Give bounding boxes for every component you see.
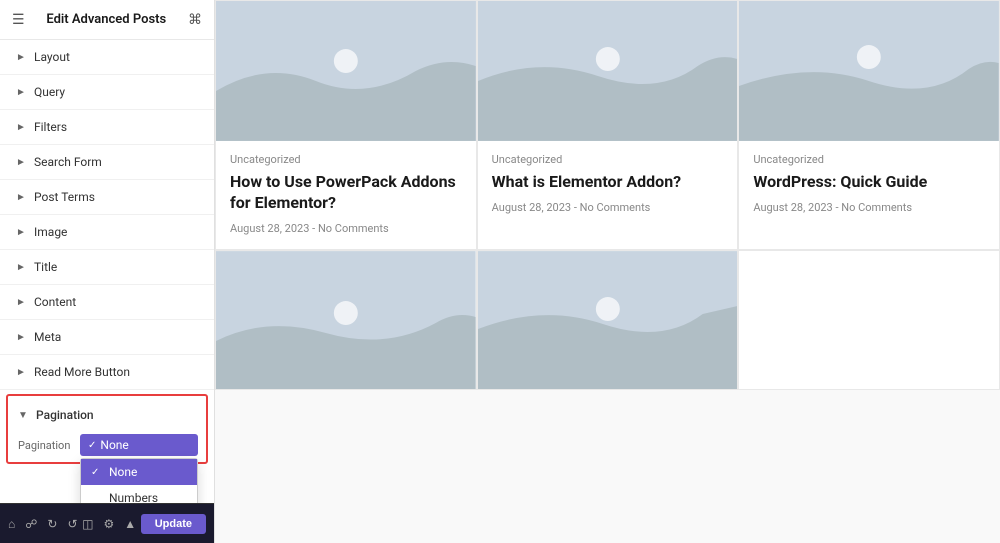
dropdown-option-numbers[interactable]: Numbers (81, 485, 197, 503)
post-title-1: How to Use PowerPack Addons for Elemento… (230, 172, 462, 214)
pagination-control-label: Pagination (18, 434, 80, 452)
pagination-section-highlight: ▼ Pagination Pagination ✓ None ✓ N (6, 394, 208, 464)
menu-icon[interactable]: ☰ (12, 12, 25, 28)
thumbnail-svg-2 (478, 1, 738, 141)
sidebar-item-pagination[interactable]: ▼ Pagination (8, 400, 206, 430)
arrow-icon: ► (16, 87, 26, 98)
arrow-up-icon[interactable]: ▲ (124, 517, 136, 531)
pagination-dropdown-list: ✓ None Numbers Numbers + Previous/Next (80, 458, 198, 503)
check-icon: ✓ (91, 467, 103, 478)
redo-icon[interactable]: ↺ (67, 517, 77, 531)
thumbnail-svg-1 (216, 1, 476, 141)
arrow-icon: ► (16, 332, 26, 343)
post-meta-2: August 28, 2023 - No Comments (492, 201, 724, 214)
dropdown-option-none[interactable]: ✓ None (81, 459, 197, 485)
check-icon: ✓ (88, 440, 96, 451)
post-thumbnail-3 (739, 1, 999, 141)
sidebar-title: Edit Advanced Posts (46, 12, 166, 27)
post-body-1: Uncategorized How to Use PowerPack Addon… (216, 141, 476, 249)
sidebar-item-post-terms[interactable]: ► Post Terms (0, 180, 214, 215)
thumbnail-svg-3 (739, 1, 999, 141)
arrow-icon: ► (16, 157, 26, 168)
arrow-icon: ► (16, 262, 26, 273)
post-meta-1: August 28, 2023 - No Comments (230, 222, 462, 235)
post-thumbnail-1 (216, 1, 476, 141)
undo-icon[interactable]: ↻ (47, 517, 57, 531)
post-meta-3: August 28, 2023 - No Comments (753, 201, 985, 214)
sidebar-item-content[interactable]: ► Content (0, 285, 214, 320)
chevron-down-icon: ▼ (18, 410, 28, 421)
thumbnail-svg-partial-1 (216, 251, 476, 390)
post-category-2: Uncategorized (492, 153, 724, 166)
arrow-icon: ► (16, 297, 26, 308)
post-card-partial-3 (738, 250, 1000, 390)
post-category-3: Uncategorized (753, 153, 985, 166)
post-card-partial-2 (477, 250, 739, 390)
sidebar-header: ☰ Edit Advanced Posts ⌘ (0, 0, 214, 40)
settings-icon[interactable]: ⚙ (103, 517, 114, 531)
sidebar: ☰ Edit Advanced Posts ⌘ ► Layout ► Query… (0, 0, 215, 543)
update-button[interactable]: Update (141, 514, 206, 534)
post-card-1: Uncategorized How to Use PowerPack Addon… (215, 0, 477, 250)
main-content: Uncategorized How to Use PowerPack Addon… (215, 0, 1000, 543)
sidebar-item-filters[interactable]: ► Filters (0, 110, 214, 145)
home-icon[interactable]: ⌂ (8, 517, 15, 531)
sidebar-item-query[interactable]: ► Query (0, 75, 214, 110)
arrow-icon: ► (16, 192, 26, 203)
sidebar-item-layout[interactable]: ► Layout (0, 40, 214, 75)
sidebar-item-image[interactable]: ► Image (0, 215, 214, 250)
posts-grid-row1: Uncategorized How to Use PowerPack Addon… (215, 0, 1000, 250)
sidebar-item-search-form[interactable]: ► Search Form (0, 145, 214, 180)
grid-icon[interactable]: ⌘ (188, 12, 202, 28)
arrow-icon: ► (16, 122, 26, 133)
pagination-dropdown-wrapper: ✓ None ✓ None Numbers (80, 434, 198, 456)
footer-right-icons: ◫ ⚙ ▲ (82, 517, 136, 531)
footer-icons: ⌂ ☍ ↻ ↺ (8, 517, 78, 531)
post-body-2: Uncategorized What is Elementor Addon? A… (478, 141, 738, 228)
responsive-icon[interactable]: ◫ (82, 517, 93, 531)
sidebar-item-title[interactable]: ► Title (0, 250, 214, 285)
post-title-3: WordPress: Quick Guide (753, 172, 985, 193)
posts-grid-row2 (215, 250, 1000, 390)
sidebar-menu: ► Layout ► Query ► Filters ► Search Form… (0, 40, 214, 503)
thumbnail-svg-partial-2 (478, 251, 738, 390)
arrow-icon: ► (16, 367, 26, 378)
pagination-control-row: Pagination ✓ None ✓ None (8, 430, 206, 458)
sidebar-footer: ⌂ ☍ ↻ ↺ ◫ ⚙ ▲ Update (0, 503, 214, 543)
arrow-icon: ► (16, 52, 26, 63)
post-card-partial-1 (215, 250, 477, 390)
post-body-3: Uncategorized WordPress: Quick Guide Aug… (739, 141, 999, 228)
post-thumbnail-2 (478, 1, 738, 141)
layers-icon[interactable]: ☍ (25, 517, 37, 531)
post-category-1: Uncategorized (230, 153, 462, 166)
post-card-3: Uncategorized WordPress: Quick Guide Aug… (738, 0, 1000, 250)
post-card-2: Uncategorized What is Elementor Addon? A… (477, 0, 739, 250)
arrow-icon: ► (16, 227, 26, 238)
sidebar-item-meta[interactable]: ► Meta (0, 320, 214, 355)
pagination-dropdown-selected[interactable]: ✓ None (80, 434, 198, 456)
sidebar-item-read-more[interactable]: ► Read More Button (0, 355, 214, 390)
post-title-2: What is Elementor Addon? (492, 172, 724, 193)
